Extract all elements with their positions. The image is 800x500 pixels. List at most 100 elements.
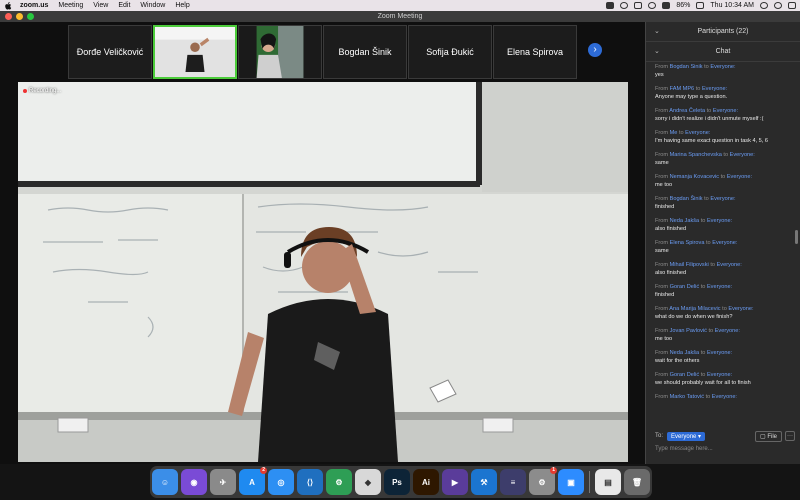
chat-to-word: to <box>694 86 702 92</box>
menu-window[interactable]: Window <box>140 2 165 9</box>
user-icon[interactable] <box>760 2 768 9</box>
chevron-down-icon[interactable]: ⌄ <box>654 27 660 35</box>
safari-icon[interactable]: ◎ <box>268 469 294 495</box>
creative-cloud-icon[interactable] <box>620 2 629 9</box>
chat-to-word: to <box>708 262 717 268</box>
chat-sender-name[interactable]: Ana Marija Milacevic <box>669 306 720 312</box>
chat-sender-name[interactable]: Mihail Filipovski <box>670 262 709 268</box>
dock: ☺ ◉ ✈ A 2 ◎ ⟨⟩ ⚙ ◆ Ps Ai ▶ ⚒ ≡ ⚙ 1 ▣ ▤ 🗑 <box>150 466 652 498</box>
battery-icon[interactable] <box>696 2 705 9</box>
chat-sender-name[interactable]: Andrea Čeleta <box>669 108 705 114</box>
chat-sender-name[interactable]: Neda Jakša <box>670 218 700 224</box>
inkscape-icon[interactable]: ◆ <box>355 469 381 495</box>
final-cut-icon[interactable]: ▶ <box>442 469 468 495</box>
chat-message-text: what do we do when we finish? <box>655 313 733 320</box>
participants-header[interactable]: ⌄ Participants (22) <box>646 22 800 42</box>
chat-message-header: From Mihail Filipovski to Everyone: <box>655 262 793 270</box>
participant-tile[interactable]: Sofija Đukić <box>408 25 492 79</box>
menu-help[interactable]: Help <box>175 2 189 9</box>
photoshop-icon[interactable]: Ps <box>384 469 410 495</box>
chat-messages[interactable]: From Bogdan Šinik to Everyone: yes From FA… <box>646 64 800 448</box>
recipient-dropdown[interactable]: Everyone ▾ <box>667 431 706 441</box>
chat-message-text: me too <box>655 335 673 342</box>
participant-tile[interactable] <box>238 25 322 79</box>
dock-glyph: ✈ <box>219 477 227 487</box>
file-button[interactable]: ▢ File <box>754 430 782 442</box>
chat-recipient: Everyone: <box>712 240 738 246</box>
chat-sender-name[interactable]: Goran Delić <box>670 372 700 378</box>
chat-from-word: From <box>655 306 670 312</box>
chat-sender-name[interactable]: FAM MP6 <box>670 86 695 92</box>
vscode-icon[interactable]: ⟨⟩ <box>297 469 323 495</box>
fullscreen-window-button[interactable] <box>27 13 34 20</box>
launchpad-icon[interactable]: ✈ <box>210 469 236 495</box>
menu-view[interactable]: View <box>93 2 108 9</box>
chat-scrollbar[interactable] <box>795 230 798 244</box>
participant-tile[interactable]: Đorđe Veličković <box>68 25 152 79</box>
document-icon[interactable]: ▤ <box>595 469 621 495</box>
screen-share-icon[interactable] <box>606 2 615 9</box>
video-area: Đorđe Veličković Bogdan Šinik Sofija Đuk… <box>0 22 645 464</box>
system-preferences-icon[interactable]: ⚙ 1 <box>529 467 557 495</box>
control-center-icon[interactable] <box>788 2 796 9</box>
participant-tile-active-speaker[interactable] <box>153 25 237 79</box>
chat-message-text: same <box>655 247 669 254</box>
finder-icon[interactable]: ☺ <box>152 469 178 495</box>
more-options-button[interactable]: ··· <box>785 431 795 441</box>
close-window-button[interactable] <box>5 13 12 20</box>
chat-message-header: From Bogdan Šinik to Everyone: <box>655 64 793 72</box>
xcode-icon[interactable]: ⚒ <box>471 469 497 495</box>
siri-icon[interactable]: ◉ <box>181 469 207 495</box>
chat-message-text: also finished <box>655 225 687 232</box>
chat-sender-name[interactable]: Nemanja Kovacevic <box>670 174 719 180</box>
chat-to-word: to <box>706 328 715 334</box>
chat-message-text: same <box>655 159 669 166</box>
chat-message-text: also finished <box>655 269 687 276</box>
chat-sender-name[interactable]: Marina Spanchevska <box>670 152 722 158</box>
chat-sender-name[interactable]: Marko Tatović <box>670 394 704 400</box>
chat-sender-name[interactable]: Neda Jakša <box>670 350 700 356</box>
chevron-down-icon[interactable]: ⌄ <box>654 47 660 55</box>
volume-icon[interactable] <box>634 2 643 9</box>
file-label: File <box>767 433 777 440</box>
chat-sender-name[interactable]: Goran Delić <box>670 284 700 290</box>
spotlight-search-icon[interactable] <box>774 2 782 9</box>
chat-sender-name[interactable]: Bogdan Šinik <box>670 64 703 70</box>
chat-sender-name[interactable]: Bogdan Šinik <box>670 196 703 202</box>
illustrator-icon[interactable]: Ai <box>413 469 439 495</box>
menu-clock[interactable]: Thu 10:34 AM <box>710 2 754 9</box>
apple-icon[interactable] <box>4 1 12 10</box>
chat-from-word: From <box>655 174 670 180</box>
dock-separator <box>589 471 590 493</box>
chat-message-header: From Andrea Čeleta to Everyone: <box>655 108 793 116</box>
dock-glyph: ≡ <box>510 477 516 487</box>
next-participants-button[interactable]: › <box>588 43 602 57</box>
chat-message-text: yes <box>655 71 664 78</box>
minimize-window-button[interactable] <box>16 13 23 20</box>
participant-tile[interactable]: Elena Spirova <box>493 25 577 79</box>
chat-sender-name[interactable]: Jovan Pavlović <box>670 328 707 334</box>
chat-recipient: Everyone: <box>706 350 733 356</box>
chat-message: From FAM MP6 to Everyone: Anyone may type… <box>655 86 793 101</box>
wifi-icon[interactable] <box>648 2 657 9</box>
chat-from-word: From <box>655 240 670 246</box>
menu-edit[interactable]: Edit <box>118 2 130 9</box>
chat-header[interactable]: ⌄ Chat <box>646 42 800 62</box>
android-studio-icon[interactable]: ⚙ <box>326 469 352 495</box>
keyboard-layout-icon[interactable] <box>662 2 671 9</box>
trash-icon[interactable]: 🗑 <box>624 469 650 495</box>
side-panel: ⌄ Participants (22) ⌄ Chat From Bogdan Š… <box>645 22 800 464</box>
chat-message: From Bogdan Šinik to Everyone: finished <box>655 196 793 211</box>
menu-app-zoom[interactable]: zoom.us <box>20 2 48 9</box>
chat-recipient: Everyone: <box>714 328 740 334</box>
app-store-icon[interactable]: A2 <box>239 467 267 495</box>
menu-meeting[interactable]: Meeting <box>58 2 83 9</box>
participant-tile[interactable]: Bogdan Šinik <box>323 25 407 79</box>
chat-message-input[interactable]: Type message here... <box>655 446 795 458</box>
chat-label: Chat <box>715 48 731 55</box>
blender-icon[interactable]: ≡ <box>500 469 526 495</box>
chat-sender-name[interactable]: Elena Spirova <box>670 240 705 246</box>
chat-message-header: From Me to Everyone: <box>655 130 793 138</box>
battery-percent[interactable]: 86% <box>676 2 690 9</box>
zoom-icon[interactable]: ▣ <box>558 469 584 495</box>
